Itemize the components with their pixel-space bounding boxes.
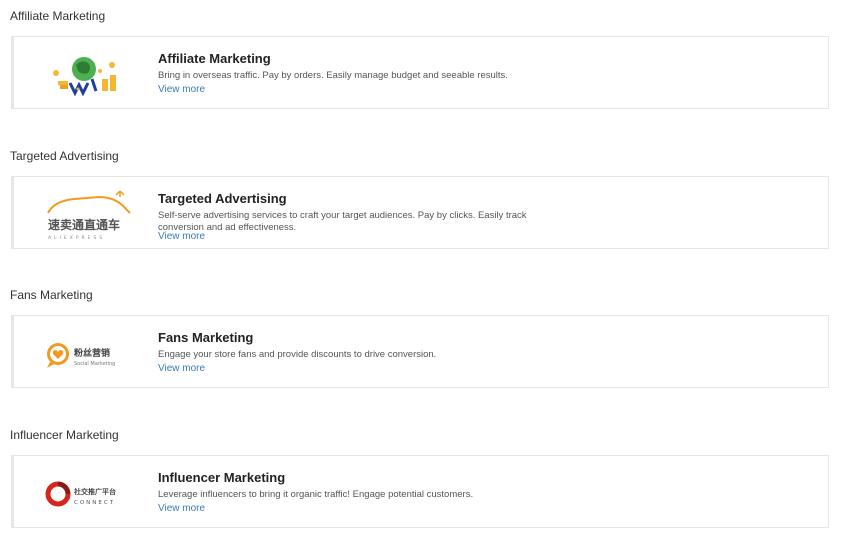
card-description: Engage your store fans and provide disco… <box>158 349 437 360</box>
affiliate-globe-logo <box>44 43 134 103</box>
view-more-link[interactable]: View more <box>158 231 205 242</box>
card-description: Bring in overseas traffic. Pay by orders… <box>158 70 508 81</box>
card-title: Fans Marketing <box>158 330 254 345</box>
card-title: Influencer Marketing <box>158 470 286 485</box>
logo-chinese-text: 社交推广平台 <box>73 487 116 496</box>
section-influencer-marketing: Influencer Marketing 社交推广平台 CONNECT Infl… <box>0 428 847 533</box>
section-heading: Affiliate Marketing <box>10 9 106 23</box>
affiliate-marketing-card: Affiliate Marketing Bring in overseas tr… <box>11 36 829 109</box>
fans-marketing-logo: 粉丝营销 Social Marketing <box>44 322 134 382</box>
fans-marketing-card: 粉丝营销 Social Marketing Fans Marketing Eng… <box>11 315 829 388</box>
logo-subtext: ALIEXPRESS <box>48 235 105 241</box>
view-more-link[interactable]: View more <box>158 363 205 374</box>
influencer-marketing-card: 社交推广平台 CONNECT Influencer Marketing Leve… <box>11 455 829 528</box>
section-heading: Targeted Advertising <box>10 149 119 163</box>
section-affiliate-marketing: Affiliate Marketing Affiliate Marketing … <box>0 9 847 114</box>
view-more-link[interactable]: View more <box>158 503 205 514</box>
logo-subtext: CONNECT <box>74 500 115 506</box>
logo-subtext: Social Marketing <box>74 361 115 367</box>
section-heading: Fans Marketing <box>10 288 93 302</box>
aliexpress-direct-train-logo: 速卖通直通车 ALIEXPRESS <box>44 183 134 243</box>
card-description: Self-serve advertising services to craft… <box>158 210 527 233</box>
card-description: Leverage influencers to bring it organic… <box>158 489 474 500</box>
card-title: Targeted Advertising <box>158 191 287 206</box>
targeted-advertising-card: 速卖通直通车 ALIEXPRESS Targeted Advertising S… <box>11 176 829 249</box>
section-targeted-advertising: Targeted Advertising 速卖通直通车 ALIEXPRESS T… <box>0 149 847 254</box>
logo-chinese-text: 粉丝营销 <box>74 347 110 359</box>
section-heading: Influencer Marketing <box>10 428 119 442</box>
view-more-link[interactable]: View more <box>158 84 205 95</box>
logo-chinese-text: 速卖通直通车 <box>48 217 120 232</box>
connect-logo: 社交推广平台 CONNECT <box>44 462 134 522</box>
section-fans-marketing: Fans Marketing 粉丝营销 Social Marketing Fan… <box>0 288 847 393</box>
card-title: Affiliate Marketing <box>158 51 271 66</box>
